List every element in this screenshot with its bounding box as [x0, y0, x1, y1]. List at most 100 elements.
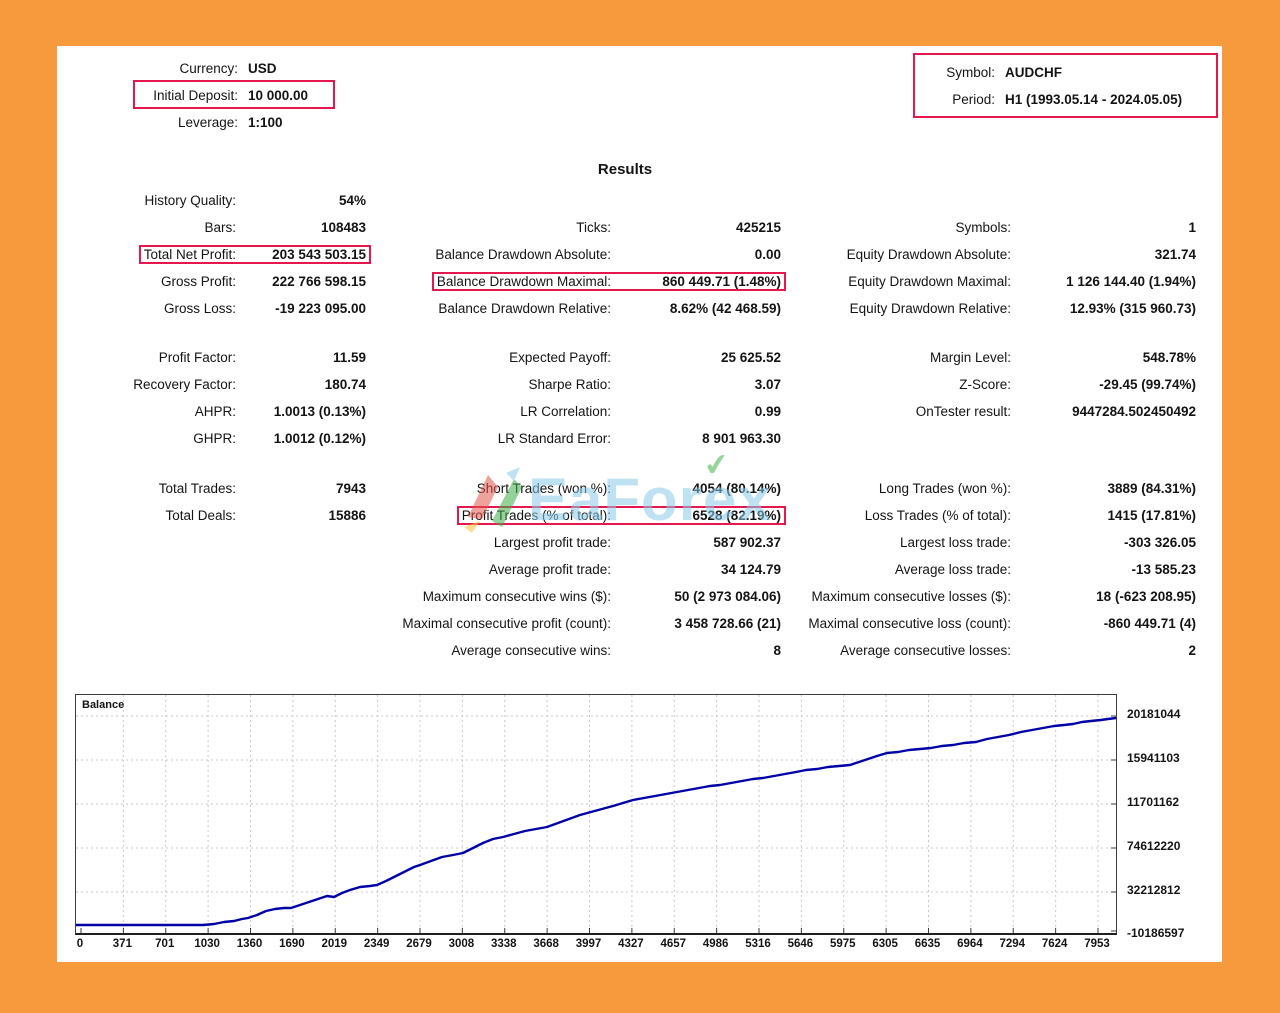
stat-label: Total Net Profit:	[143, 247, 236, 262]
stat-pair: Average profit trade: 34 124.79	[484, 560, 786, 579]
stat-value: 9447284.502450492	[1072, 404, 1196, 419]
stat-pair: Ticks: 425215	[571, 218, 786, 237]
x-axis-tick-label: 2349	[363, 938, 390, 950]
stat-pair: Largest loss trade: -303 326.05	[895, 533, 1201, 552]
stat-pair: Sharpe Ratio: 3.07	[523, 375, 786, 394]
stat-value: 860 449.71 (1.48%)	[662, 274, 781, 289]
stat-value: 2	[1188, 643, 1196, 658]
stat-value: 1415 (17.81%)	[1107, 508, 1196, 523]
y-axis-tick-label: 11701162	[1127, 795, 1180, 809]
stat-row: Total Trades: 7943	[75, 475, 371, 502]
stat-label: Recovery Factor:	[133, 377, 236, 392]
stat-pair: AHPR: 1.0013 (0.13%)	[190, 402, 371, 421]
stat-pair: Long Trades (won %): 3889 (84.31%)	[874, 479, 1201, 498]
stat-value: 1 126 144.40 (1.94%)	[1066, 274, 1196, 289]
stat-row: Profit Factor: 11.59	[75, 344, 371, 371]
stat-value: 15886	[328, 508, 366, 523]
currency-label: Currency:	[179, 61, 238, 76]
stat-pair: Maximal consecutive loss (count): -860 44…	[803, 614, 1201, 633]
stat-value: 180.74	[324, 377, 366, 392]
x-axis-tick-label: 1360	[236, 938, 263, 950]
stat-value: 34 124.79	[720, 562, 781, 577]
stat-value: -29.45 (99.74%)	[1099, 377, 1196, 392]
stats-col2-group-0: Ticks: 425215 Balance Drawdown Absolute: 0.…	[395, 214, 786, 322]
x-axis-tick-label: 7624	[1041, 938, 1068, 950]
initial-deposit-value: 10 000.00	[248, 88, 309, 103]
stat-pair: Equity Drawdown Maximal: 1 126 144.40 (1.…	[843, 272, 1201, 291]
stat-value: 8 901 963.30	[702, 431, 781, 446]
stat-pair: Maximal consecutive profit (count): 3 458…	[397, 614, 786, 633]
stat-row: LR Standard Error: 8 901 963.30	[395, 425, 786, 452]
leverage-label: Leverage:	[177, 115, 238, 130]
stat-label: History Quality:	[144, 193, 236, 208]
stat-value: 3.07	[754, 377, 781, 392]
stat-row: Margin Level: 548.78%	[795, 344, 1201, 371]
stats-col3-group-2: Long Trades (won %): 3889 (84.31%) Loss Tr…	[795, 475, 1201, 664]
currency-value: USD	[248, 61, 277, 76]
stat-label: Total Deals:	[165, 508, 236, 523]
stat-label: Sharpe Ratio:	[528, 377, 611, 392]
balance-series-label: Balance	[82, 699, 125, 711]
stat-label: Long Trades (won %):	[878, 481, 1011, 496]
stat-value: 25 625.52	[720, 350, 781, 365]
stat-row: Sharpe Ratio: 3.07	[395, 371, 786, 398]
stat-label: Profit Trades (% of total):	[461, 508, 611, 523]
stat-label: Maximal consecutive profit (count):	[402, 616, 611, 631]
stat-value: 321.74	[1154, 247, 1196, 262]
stat-row: Largest loss trade: -303 326.05	[795, 529, 1201, 556]
stat-pair: Gross Profit: 222 766 598.15	[156, 272, 371, 291]
stat-pair-highlighted: Profit Trades (% of total): 6528 (82.19%)	[456, 506, 786, 525]
stat-label: Largest loss trade:	[899, 535, 1011, 550]
stat-row: Balance Drawdown Relative: 8.62% (42 468.…	[395, 295, 786, 322]
stat-pair: OnTester result: 9447284.502450492	[911, 402, 1201, 421]
stat-pair: LR Standard Error: 8 901 963.30	[493, 429, 786, 448]
stat-label: GHPR:	[193, 431, 236, 446]
x-axis-tick-label: 6635	[914, 938, 941, 950]
currency-row: Currency: USD	[75, 55, 495, 82]
x-axis-tick-label: 2019	[321, 938, 348, 950]
stat-label: Gross Profit:	[160, 274, 236, 289]
stat-pair: Balance Drawdown Absolute: 0.00	[430, 245, 786, 264]
stat-row: Equity Drawdown Maximal: 1 126 144.40 (1.…	[795, 268, 1201, 295]
x-axis-tick-label: 6964	[957, 938, 983, 950]
stat-pair: LR Correlation: 0.99	[515, 402, 786, 421]
stat-value: 0.99	[754, 404, 781, 419]
stat-row: Z-Score: -29.45 (99.74%)	[795, 371, 1201, 398]
stat-label: Balance Drawdown Absolute:	[435, 247, 611, 262]
stat-pair: Total Trades: 7943	[154, 479, 371, 498]
stat-pair: Bars: 108483	[199, 218, 371, 237]
stat-label: Short Trades (won %):	[476, 481, 611, 496]
stat-value: 18 (-623 208.95)	[1096, 589, 1196, 604]
stat-row: Balance Drawdown Maximal: 860 449.71 (1.4…	[395, 268, 786, 295]
x-axis-tick-label: 1690	[279, 938, 305, 950]
stat-value: 50 (2 973 084.06)	[674, 589, 781, 604]
stat-label: Equity Drawdown Relative:	[849, 301, 1011, 316]
stat-row: Average profit trade: 34 124.79	[395, 556, 786, 583]
stat-pair: Largest profit trade: 587 902.37	[489, 533, 786, 552]
stat-value: 587 902.37	[713, 535, 781, 550]
stat-pair: Average consecutive losses: 2	[835, 641, 1201, 660]
x-axis-tick-label: 4327	[618, 938, 644, 950]
stat-label: Gross Loss:	[163, 301, 236, 316]
balance-chart-canvas	[76, 695, 1116, 933]
stat-label: Average loss trade:	[894, 562, 1011, 577]
stat-label: Margin Level:	[929, 350, 1011, 365]
stats-col1-group-2: Total Trades: 7943 Total Deals: 15886	[75, 475, 371, 529]
stat-value: 425215	[735, 220, 781, 235]
stat-value: 6528 (82.19%)	[692, 508, 781, 523]
stat-pair: Symbols: 1	[950, 218, 1201, 237]
x-axis-tick-label: 1030	[194, 938, 220, 950]
stat-pair: Margin Level: 548.78%	[925, 348, 1201, 367]
stat-pair-highlighted: Total Net Profit: 203 543 503.15	[138, 245, 371, 264]
stat-label: Maximum consecutive wins ($):	[422, 589, 611, 604]
x-axis-tick-label: 6305	[872, 938, 898, 950]
stat-label: Total Trades:	[158, 481, 236, 496]
stat-label: Equity Drawdown Maximal:	[848, 274, 1011, 289]
stat-value: 7943	[335, 481, 366, 496]
stat-pair: Profit Factor: 11.59	[154, 348, 371, 367]
stat-row: Equity Drawdown Relative: 12.93% (315 960…	[795, 295, 1201, 322]
stat-pair: Maximum consecutive wins ($): 50 (2 973 0…	[418, 587, 786, 606]
stat-pair: Average consecutive wins: 8	[446, 641, 786, 660]
stat-label: LR Standard Error:	[497, 431, 611, 446]
stat-row: Expected Payoff: 25 625.52	[395, 344, 786, 371]
